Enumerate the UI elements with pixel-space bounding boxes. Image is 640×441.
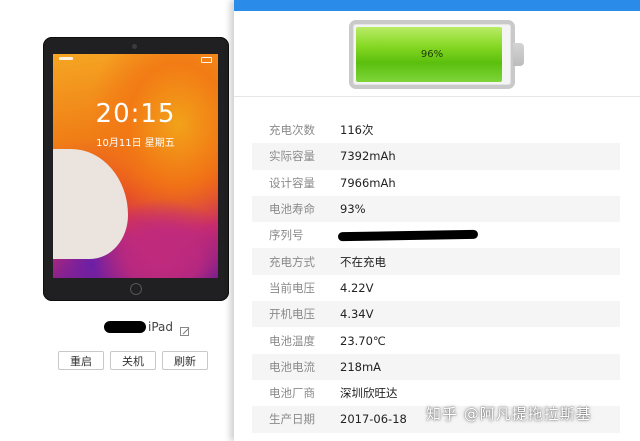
battery-info-panel: 96% 充电次数 116次实际容量 7392mAh 设计容量 7966mAh 电池寿命 93… bbox=[234, 0, 640, 441]
device-name-row: iPad bbox=[104, 318, 190, 336]
detail-value: 7392mAh bbox=[340, 149, 396, 164]
home-button bbox=[130, 283, 142, 295]
device-actions: 重启 关机 刷新 bbox=[58, 351, 208, 370]
detail-value: 2017-06-18 bbox=[340, 412, 407, 427]
device-panel: 20:15 10月11日 星期五 iPad 重启 关机 刷新 bbox=[0, 0, 234, 441]
detail-label: 充电方式 bbox=[269, 254, 315, 269]
detail-label: 实际容量 bbox=[269, 149, 315, 164]
lock-screen-time: 20:15 bbox=[95, 99, 176, 129]
watermark: 知乎 @阿凡提拖拉斯基 bbox=[426, 405, 592, 423]
detail-label: 生产日期 bbox=[269, 412, 315, 427]
edit-icon[interactable] bbox=[180, 322, 190, 336]
detail-value: 23.70℃ bbox=[340, 333, 386, 348]
detail-row: 电池寿命 93% bbox=[252, 195, 620, 223]
detail-value: 深圳欣旺达 bbox=[340, 386, 398, 401]
detail-value: 7966mAh bbox=[340, 175, 396, 190]
device-name: iPad bbox=[148, 320, 174, 334]
detail-row: 电池电流 218mA bbox=[252, 353, 620, 380]
shutdown-button[interactable]: 关机 bbox=[110, 351, 156, 370]
detail-label: 电池电流 bbox=[269, 359, 315, 374]
detail-value: 4.22V bbox=[340, 280, 374, 295]
detail-row: 实际容量 7392mAh bbox=[252, 143, 620, 170]
detail-value: 116次 bbox=[340, 123, 374, 138]
redacted-serial-number bbox=[337, 229, 479, 242]
ipad-device-image: 20:15 10月11日 星期五 bbox=[43, 37, 229, 301]
detail-row: 充电次数 116次 bbox=[252, 117, 620, 143]
refresh-button[interactable]: 刷新 bbox=[162, 351, 208, 370]
detail-row: 充电方式 不在充电 bbox=[252, 248, 620, 275]
camera-dot bbox=[132, 44, 137, 49]
detail-label: 设计容量 bbox=[269, 175, 315, 190]
divider bbox=[234, 96, 640, 97]
detail-row: 当前电压 4.22V bbox=[252, 275, 620, 301]
detail-value: 218mA bbox=[340, 359, 382, 374]
battery-detail-list: 充电次数 116次实际容量 7392mAh 设计容量 7966mAh 电池寿命 93% 序列号… bbox=[252, 117, 620, 433]
detail-label: 电池寿命 bbox=[269, 202, 315, 217]
lock-screen: 20:15 10月11日 星期五 bbox=[53, 54, 218, 278]
detail-label: 当前电压 bbox=[269, 280, 315, 295]
battery-status-icon bbox=[201, 57, 212, 63]
wallpaper-wave bbox=[53, 149, 128, 259]
battery-percent: 96% bbox=[420, 49, 444, 60]
page-dots bbox=[127, 270, 142, 278]
detail-label: 充电次数 bbox=[269, 123, 315, 138]
detail-label: 电池厂商 bbox=[269, 386, 315, 401]
redacted-owner-name bbox=[104, 321, 146, 333]
panel-header bbox=[234, 0, 640, 11]
detail-row: 开机电压 4.34V bbox=[252, 301, 620, 328]
detail-label: 开机电压 bbox=[269, 307, 315, 322]
detail-value: 4.34V bbox=[340, 307, 374, 322]
status-indicator bbox=[59, 57, 73, 60]
detail-value: 不在充电 bbox=[340, 254, 386, 269]
detail-row: 序列号 bbox=[252, 222, 620, 248]
detail-label: 电池温度 bbox=[269, 333, 315, 348]
detail-row: 设计容量 7966mAh bbox=[252, 170, 620, 196]
detail-row: 电池温度 23.70℃ bbox=[252, 327, 620, 353]
lock-screen-date: 10月11日 星期五 bbox=[96, 138, 175, 149]
detail-label: 序列号 bbox=[269, 228, 304, 243]
detail-value: 93% bbox=[340, 202, 366, 217]
restart-button[interactable]: 重启 bbox=[58, 351, 104, 370]
